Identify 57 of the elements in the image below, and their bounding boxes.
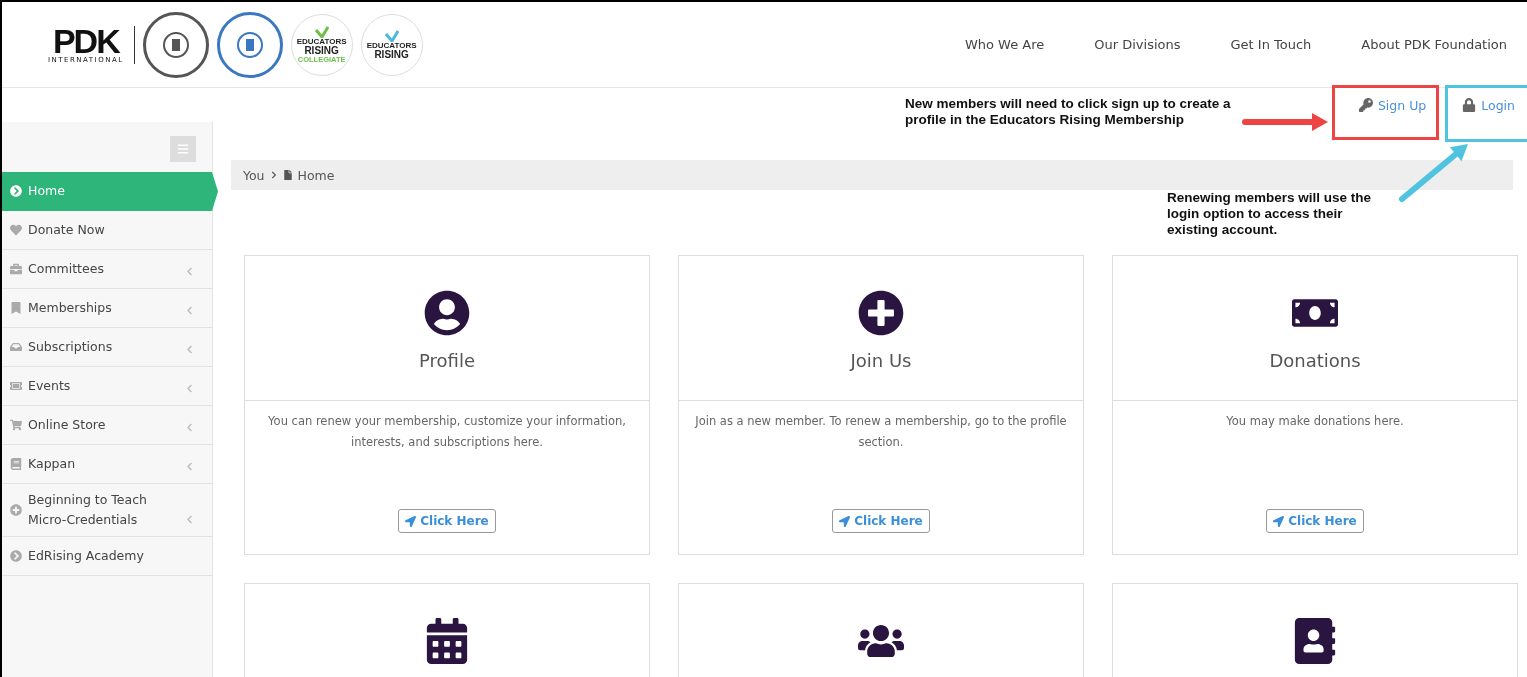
- nav-link[interactable]: About PDK Foundation: [1361, 37, 1507, 52]
- sidebar-item[interactable]: Subscriptions: [2, 328, 212, 367]
- logo-text: EDUCATORS: [296, 37, 347, 46]
- heart-icon: [10, 224, 22, 236]
- sidebar-item[interactable]: Memberships: [2, 289, 212, 328]
- sidebar-item-label: Beginning to Teach Micro-Credentials: [28, 491, 148, 529]
- sidebar-item[interactable]: Events: [2, 367, 212, 406]
- sidebar-item[interactable]: EdRising Academy: [2, 537, 212, 576]
- nav-link[interactable]: Who We Are: [964, 37, 1045, 52]
- card-title: Join Us: [850, 350, 912, 371]
- lock-icon: [1462, 98, 1477, 112]
- sidebar-item-label: EdRising Academy: [28, 547, 144, 565]
- logo-text: RISING: [304, 45, 339, 56]
- sidebar-item-label: Home: [28, 182, 65, 200]
- sidebar-item-label: Events: [28, 377, 71, 395]
- chevron-icon: [269, 171, 278, 179]
- location-arrow-icon: [1273, 515, 1285, 527]
- sidebar-item-label: Kappan: [28, 455, 76, 473]
- sidebar-item-label: Subscriptions: [28, 338, 113, 356]
- sidebar-item-label: Online Store: [28, 416, 106, 434]
- annotation-note: Renewing members will use the login option to access their existing account.: [1167, 190, 1373, 238]
- calendar-icon: [424, 618, 470, 664]
- breadcrumb-item: Home: [297, 167, 335, 183]
- card-title: Profile: [419, 350, 475, 371]
- key-icon: [1358, 98, 1373, 112]
- menu-toggle-button[interactable]: [170, 136, 196, 162]
- cart-icon: [10, 419, 22, 431]
- nav-link[interactable]: Get In Touch: [1230, 37, 1312, 52]
- card-description: You can renew your membership, customize your information, interests, and subscriptions here.: [267, 413, 627, 451]
- card-title: Donations: [1269, 350, 1361, 371]
- book-icon: [10, 458, 22, 470]
- sidebar-item[interactable]: Committees: [2, 250, 212, 289]
- breadcrumb-item[interactable]: You: [243, 167, 265, 183]
- sidebar-item-label: Memberships: [28, 299, 112, 317]
- sidebar-item[interactable]: Beginning to Teach Micro-Credentials: [2, 484, 212, 537]
- sidebar-item-label: Donate Now: [28, 221, 105, 239]
- sidebar-item[interactable]: Online Store: [2, 406, 212, 445]
- inbox-icon: [10, 341, 22, 353]
- logo-wordmark: PDK: [52, 25, 119, 56]
- file-icon: [282, 170, 293, 180]
- sidebar-item[interactable]: Kappan: [2, 445, 212, 484]
- sidebar-item-label: Committees: [28, 260, 104, 278]
- card-description: Join as a new member. To renew a membership, go to the profile section.: [695, 413, 1067, 451]
- logo-text: EDUCATORS: [366, 41, 417, 50]
- card-description: You may make donations here.: [1225, 413, 1405, 430]
- login-link[interactable]: Login: [1462, 97, 1515, 113]
- location-arrow-icon: [839, 515, 851, 527]
- briefcase-icon: [10, 263, 22, 275]
- location-arrow-icon: [405, 515, 417, 527]
- menu-icon: [177, 143, 189, 155]
- bookmark-icon: [10, 302, 22, 314]
- sidebar-item[interactable]: Donate Now: [2, 211, 212, 250]
- address-book-icon: [1292, 618, 1338, 664]
- annotation-note: New members will need to click sign up to create a profile in the Educators Rising Membership: [905, 96, 1232, 128]
- logo-text: RISING: [374, 49, 409, 60]
- nav-link[interactable]: Our Divisions: [1094, 37, 1181, 52]
- ticket-icon: [10, 380, 22, 392]
